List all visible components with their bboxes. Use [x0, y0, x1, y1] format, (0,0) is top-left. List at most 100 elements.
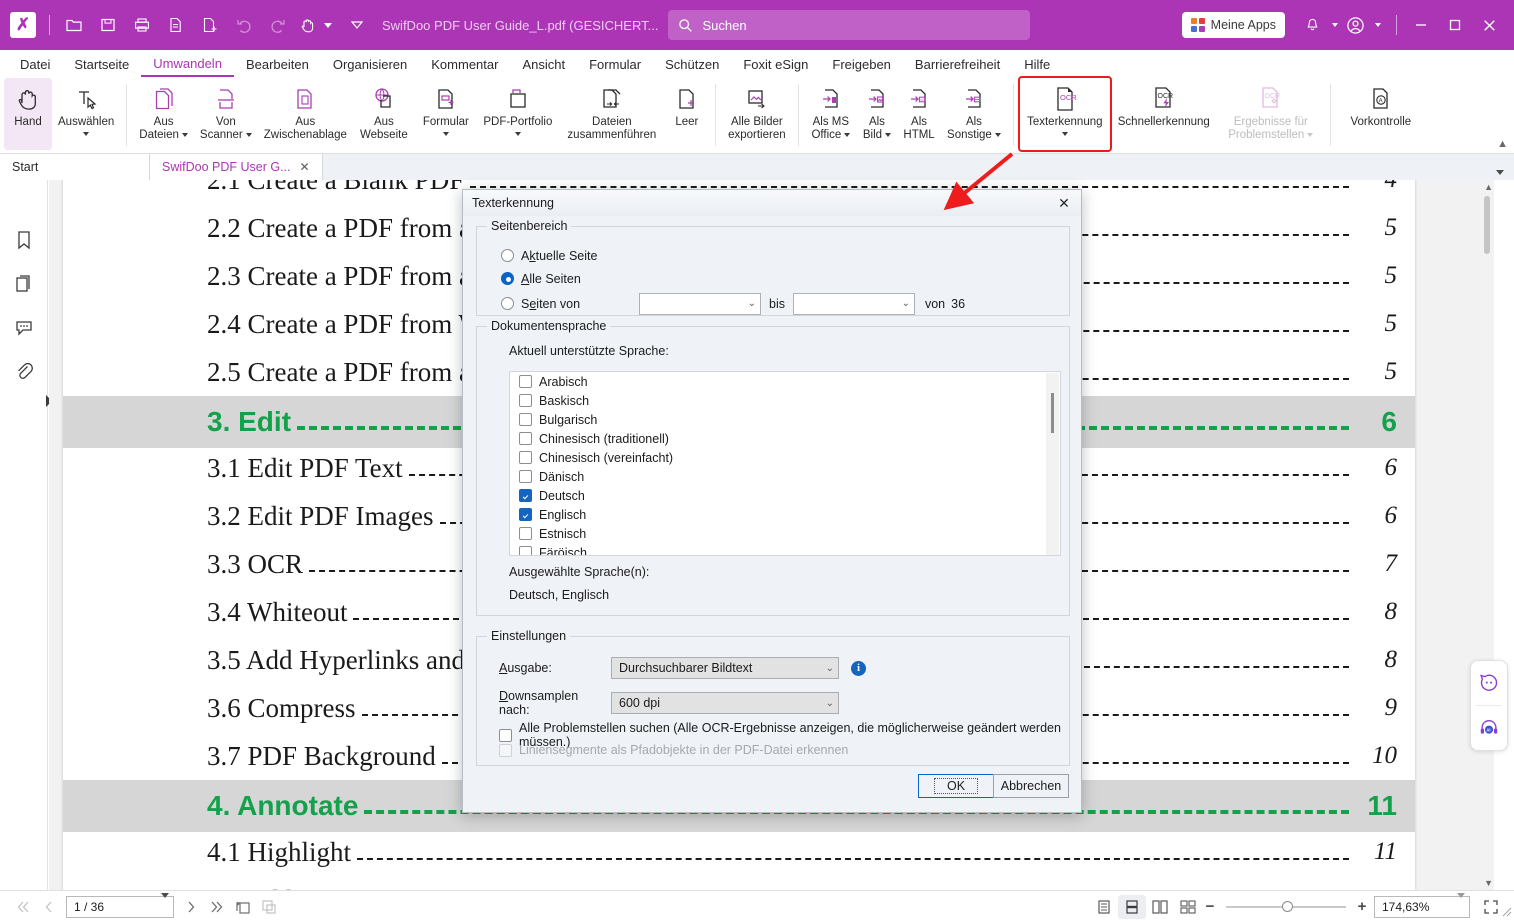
menu-item-formular[interactable]: Formular — [577, 53, 653, 76]
language-list-item[interactable]: Baskisch — [510, 391, 1060, 410]
menu-item-organisieren[interactable]: Organisieren — [321, 53, 419, 76]
last-page-icon[interactable] — [204, 895, 230, 919]
single-page-view-button[interactable] — [1090, 895, 1118, 919]
ribbon-blank[interactable]: Leer — [665, 78, 709, 150]
hand-tool-icon[interactable] — [297, 10, 319, 40]
menu-item-startseite[interactable]: Startseite — [62, 53, 141, 76]
rotate-view-icon[interactable] — [230, 895, 256, 919]
radio-current-page[interactable]: Aktuelle Seite — [501, 243, 597, 268]
scroll-down-arrow-icon[interactable]: ▼ — [1484, 878, 1493, 888]
zoom-in-button[interactable]: + — [1354, 898, 1370, 915]
slider-knob[interactable] — [1282, 901, 1293, 912]
ribbon-export-all-images[interactable]: Alle Bilder exportieren — [722, 78, 792, 150]
language-list-item[interactable]: Arabisch — [510, 372, 1060, 391]
close-icon[interactable]: ✕ — [1047, 190, 1081, 216]
language-list-item[interactable]: Englisch — [510, 505, 1060, 524]
save-icon[interactable] — [93, 10, 123, 40]
avatar[interactable] — [1338, 10, 1372, 40]
ribbon-as-ms-office[interactable]: Als MS Office — [805, 78, 857, 150]
bookmark-icon[interactable] — [4, 218, 44, 262]
previous-page-icon[interactable] — [36, 895, 62, 919]
search-input[interactable]: Suchen — [668, 10, 1031, 40]
ribbon-as-image[interactable]: Als Bild — [857, 78, 897, 150]
menu-item-datei[interactable]: Datei — [8, 53, 62, 76]
language-list-item[interactable]: Deutsch — [510, 486, 1060, 505]
radio-all-pages[interactable]: Alle Seiten — [501, 266, 581, 291]
menu-item-umwandeln[interactable]: Umwandeln — [141, 52, 234, 77]
tab-swifdoo-user-guide[interactable]: SwifDoo PDF User G... ✕ — [150, 154, 323, 180]
ai-assistant-icon[interactable]: AI — [1470, 706, 1508, 750]
menu-item-kommentar[interactable]: Kommentar — [419, 53, 510, 76]
ribbon-text-recognition[interactable]: OCR Texterkennung — [1017, 76, 1112, 152]
chevron-down-icon[interactable] — [885, 132, 892, 137]
dialog-title-bar[interactable]: Texterkennung ✕ — [463, 190, 1081, 216]
language-list[interactable]: Arabisch Baskisch Bulgarisch Chinesisch (tr… — [509, 371, 1061, 556]
close-icon[interactable]: ✕ — [300, 160, 310, 174]
export-icon[interactable] — [161, 10, 191, 40]
two-page-continuous-view-button[interactable] — [1174, 895, 1202, 919]
collapse-ribbon-button[interactable]: ▲ — [1497, 138, 1508, 150]
ribbon-hand[interactable]: Hand — [4, 78, 52, 150]
ribbon-form[interactable]: Formular — [415, 78, 477, 150]
chevron-down-icon[interactable] — [181, 132, 188, 137]
ribbon-quick-recognition[interactable]: OCR Schnellerkennung — [1110, 78, 1218, 150]
output-combo[interactable]: Durchsuchbarer Bildtext ⌄ — [611, 657, 839, 679]
ok-button[interactable]: OK — [918, 774, 994, 798]
tab-start[interactable]: Start — [0, 154, 150, 180]
radio-pages-from-row[interactable]: Seiten von ⌄ bis ⌄ von 36 — [501, 291, 1061, 316]
ribbon-from-files[interactable]: Aus Dateien — [133, 78, 194, 150]
ribbon-from-clipboard[interactable]: Aus Zwischenablage — [258, 78, 353, 150]
chevron-down-icon[interactable] — [514, 132, 521, 136]
info-icon[interactable]: i — [851, 660, 866, 676]
zoom-slider[interactable] — [1226, 895, 1346, 919]
next-page-icon[interactable] — [178, 895, 204, 919]
feedback-chat-icon[interactable] — [1470, 661, 1508, 705]
menu-item-hilfe[interactable]: Hilfe — [1012, 53, 1062, 76]
undo-icon[interactable] — [229, 10, 259, 40]
page-number-input[interactable]: 1 / 36 — [66, 892, 174, 918]
language-list-item[interactable]: Chinesisch (traditionell) — [510, 429, 1060, 448]
ribbon-suspect-results[interactable]: OCR Ergebnisse für Problemstellen — [1218, 78, 1324, 150]
chevron-down-icon[interactable] — [1061, 132, 1068, 136]
toc-row[interactable]: 4.1 Highlight 11 — [63, 828, 1415, 876]
ribbon-as-other[interactable]: Als Sonstige — [941, 78, 1007, 150]
chevron-down-icon[interactable] — [844, 132, 851, 137]
minimize-button[interactable] — [1404, 10, 1438, 40]
hand-tool-dropdown-caret-icon[interactable] — [324, 22, 332, 28]
chevron-down-icon[interactable] — [161, 892, 169, 916]
language-list-item[interactable]: Färöisch — [510, 543, 1060, 555]
menu-item-freigeben[interactable]: Freigeben — [820, 53, 903, 76]
chevron-down-icon[interactable] — [1307, 132, 1314, 137]
continuous-scroll-view-button[interactable] — [1118, 894, 1146, 919]
zoom-out-button[interactable]: − — [1202, 898, 1218, 915]
chevron-down-icon[interactable] — [994, 132, 1001, 137]
menu-item-schuetzen[interactable]: Schützen — [653, 53, 731, 76]
menu-item-barrierefreiheit[interactable]: Barrierefreiheit — [903, 53, 1012, 76]
two-page-view-button[interactable] — [1146, 895, 1174, 919]
language-list-item[interactable]: Chinesisch (vereinfacht) — [510, 448, 1060, 467]
account-dropdown-caret-icon[interactable] — [1375, 23, 1381, 27]
menu-item-ansicht[interactable]: Ansicht — [510, 53, 577, 76]
ribbon-pdf-portfolio[interactable]: PDF-Portfolio — [477, 78, 559, 150]
menu-item-bearbeiten[interactable]: Bearbeiten — [234, 53, 321, 76]
first-page-icon[interactable] — [10, 895, 36, 919]
page-to-combo[interactable]: ⌄ — [792, 292, 915, 315]
tab-list-dropdown-button[interactable] — [1496, 170, 1504, 175]
scrollbar-thumb[interactable] — [1484, 196, 1490, 254]
notifications-bell-icon[interactable] — [1295, 10, 1329, 40]
toc-row[interactable]: 4.2 Add Lines to PDF11 — [63, 876, 1415, 891]
ribbon-merge-files[interactable]: Dateien zusammenführen — [559, 78, 665, 150]
new-from-file-icon[interactable] — [195, 10, 225, 40]
comments-icon[interactable] — [4, 306, 44, 350]
scrollbar-thumb[interactable] — [1051, 393, 1054, 433]
ribbon-from-webpage[interactable]: Aus Webseite — [353, 78, 415, 150]
cancel-button[interactable]: Abbrechen — [993, 774, 1069, 798]
downsample-combo[interactable]: 600 dpi ⌄ — [611, 692, 839, 714]
ribbon-from-scanner[interactable]: Von Scanner — [194, 78, 258, 150]
close-button[interactable] — [1472, 10, 1506, 40]
ribbon-preflight[interactable]: A Vorkontrolle — [1337, 78, 1425, 150]
language-list-item[interactable]: Dänisch — [510, 467, 1060, 486]
page-from-combo[interactable]: ⌄ — [639, 292, 761, 315]
my-apps-button[interactable]: Meine Apps — [1181, 12, 1285, 38]
chevron-down-icon[interactable] — [83, 132, 90, 136]
